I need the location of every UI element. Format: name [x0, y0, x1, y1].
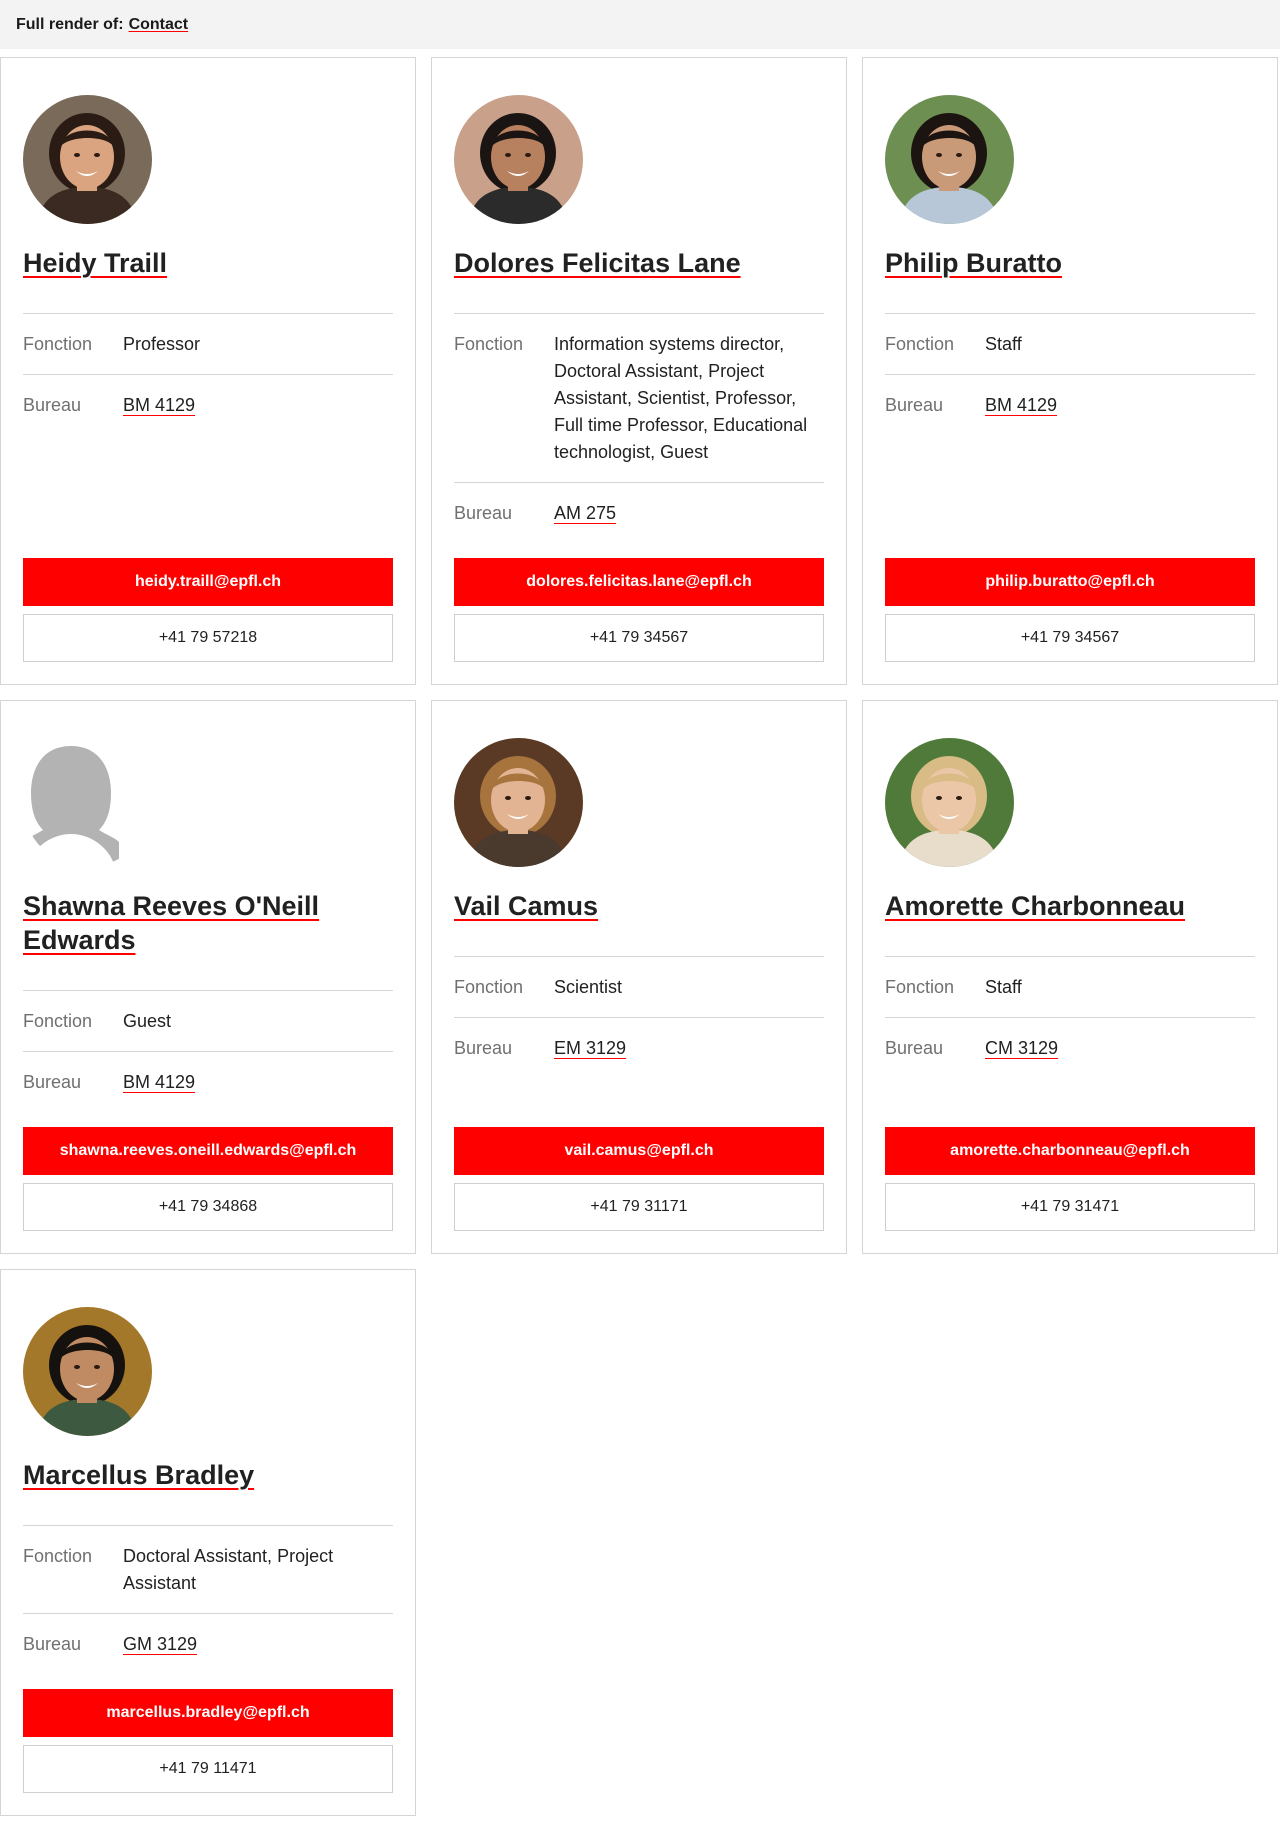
email-button[interactable]: dolores.felicitas.lane@epfl.ch	[454, 558, 824, 606]
contact-name[interactable]: Dolores Felicitas Lane	[454, 248, 741, 278]
bureau-label: Bureau	[23, 1634, 82, 1654]
contact-card: Marcellus Bradley Fonction Doctoral Assist…	[0, 1269, 416, 1816]
avatar	[885, 738, 1014, 867]
contact-details: Fonction Scientist Bureau EM 3129	[454, 956, 824, 1078]
contact-actions: vail.camus@epfl.ch +41 79 31171	[454, 1127, 824, 1231]
bureau-link[interactable]: EM 3129	[554, 1035, 626, 1062]
contact-actions: marcellus.bradley@epfl.ch +41 79 11471	[23, 1689, 393, 1793]
avatar	[454, 95, 583, 224]
bureau-label: Bureau	[454, 1038, 513, 1058]
contact-name[interactable]: Philip Buratto	[885, 248, 1062, 278]
email-button[interactable]: heidy.traill@epfl.ch	[23, 558, 393, 606]
fonction-value: Guest	[123, 1011, 172, 1031]
contact-name[interactable]: Shawna Reeves O'Neill Edwards	[23, 891, 319, 955]
bureau-row: Bureau AM 275	[454, 483, 824, 543]
contact-actions: dolores.felicitas.lane@epfl.ch +41 79 345…	[454, 558, 824, 662]
contact-actions: philip.buratto@epfl.ch +41 79 34567	[885, 558, 1255, 662]
fonction-row: Fonction Scientist	[454, 957, 824, 1018]
bureau-link[interactable]: CM 3129	[985, 1035, 1058, 1062]
email-button[interactable]: philip.buratto@epfl.ch	[885, 558, 1255, 606]
fonction-label: Fonction	[23, 1011, 93, 1031]
contact-card: Vail Camus Fonction Scientist Bureau EM 3129…	[431, 700, 847, 1254]
phone-button[interactable]: +41 79 11471	[23, 1745, 393, 1793]
contact-card: Philip Buratto Fonction Staff Bureau BM 4129…	[862, 57, 1278, 685]
fonction-value: Staff	[985, 334, 1022, 354]
phone-button[interactable]: +41 79 31171	[454, 1183, 824, 1231]
contact-details: Fonction Information systems director, Do…	[454, 313, 824, 543]
bureau-link[interactable]: GM 3129	[123, 1631, 197, 1658]
email-button[interactable]: shawna.reeves.oneill.edwards@epfl.ch	[23, 1127, 393, 1175]
bureau-link[interactable]: BM 4129	[985, 392, 1057, 419]
contact-details: Fonction Doctoral Assistant, Project Assi…	[23, 1525, 393, 1674]
contact-details: Fonction Guest Bureau BM 4129	[23, 990, 393, 1112]
bureau-label: Bureau	[23, 395, 82, 415]
fonction-row: Fonction Doctoral Assistant, Project Assi…	[23, 1526, 393, 1614]
fonction-value: Scientist	[554, 977, 623, 997]
bureau-row: Bureau CM 3129	[885, 1018, 1255, 1078]
bureau-label: Bureau	[885, 1038, 944, 1058]
fonction-row: Fonction Staff	[885, 314, 1255, 375]
contact-card: Dolores Felicitas Lane Fonction Informatio…	[431, 57, 847, 685]
bureau-label: Bureau	[454, 503, 513, 523]
contact-actions: amorette.charbonneau@epfl.ch +41 79 31471	[885, 1127, 1255, 1231]
top-bar: Full render of: Contact	[0, 0, 1280, 49]
bureau-row: Bureau BM 4129	[23, 375, 393, 435]
email-button[interactable]: marcellus.bradley@epfl.ch	[23, 1689, 393, 1737]
avatar	[885, 95, 1014, 224]
fonction-label: Fonction	[885, 977, 955, 997]
bureau-label: Bureau	[23, 1072, 82, 1092]
fonction-label: Fonction	[23, 334, 93, 354]
contact-name[interactable]: Heidy Traill	[23, 248, 167, 278]
fonction-row: Fonction Information systems director, Do…	[454, 314, 824, 483]
contact-card: Shawna Reeves O'Neill Edwards Fonction Gue…	[0, 700, 416, 1254]
fonction-value: Professor	[123, 334, 201, 354]
bureau-row: Bureau BM 4129	[885, 375, 1255, 435]
contact-details: Fonction Professor Bureau BM 4129	[23, 313, 393, 435]
fonction-value: Information systems director, Doctoral A…	[554, 334, 808, 462]
fonction-row: Fonction Professor	[23, 314, 393, 375]
contact-name[interactable]: Amorette Charbonneau	[885, 891, 1185, 921]
fonction-value: Staff	[985, 977, 1022, 997]
avatar	[23, 1307, 152, 1436]
fonction-label: Fonction	[454, 977, 524, 997]
fonction-row: Fonction Staff	[885, 957, 1255, 1018]
render-prefix: Full render of:	[16, 15, 124, 33]
fonction-label: Fonction	[23, 1546, 93, 1566]
email-button[interactable]: amorette.charbonneau@epfl.ch	[885, 1127, 1255, 1175]
contact-link[interactable]: Contact	[129, 16, 189, 34]
phone-button[interactable]: +41 79 57218	[23, 614, 393, 662]
bureau-link[interactable]: BM 4129	[123, 392, 195, 419]
contact-actions: heidy.traill@epfl.ch +41 79 57218	[23, 558, 393, 662]
bureau-row: Bureau BM 4129	[23, 1052, 393, 1112]
contact-details: Fonction Staff Bureau CM 3129	[885, 956, 1255, 1078]
avatar	[454, 738, 583, 867]
bureau-label: Bureau	[885, 395, 944, 415]
avatar	[23, 738, 152, 867]
fonction-value: Doctoral Assistant, Project Assistant	[123, 1546, 334, 1593]
bureau-link[interactable]: AM 275	[554, 500, 616, 527]
phone-button[interactable]: +41 79 31471	[885, 1183, 1255, 1231]
phone-button[interactable]: +41 79 34567	[454, 614, 824, 662]
contact-card: Heidy Traill Fonction Professor Bureau BM 41…	[0, 57, 416, 685]
phone-button[interactable]: +41 79 34868	[23, 1183, 393, 1231]
phone-button[interactable]: +41 79 34567	[885, 614, 1255, 662]
contact-card: Amorette Charbonneau Fonction Staff Bureau C…	[862, 700, 1278, 1254]
avatar	[23, 95, 152, 224]
contact-details: Fonction Staff Bureau BM 4129	[885, 313, 1255, 435]
contact-name[interactable]: Vail Camus	[454, 891, 598, 921]
fonction-row: Fonction Guest	[23, 991, 393, 1052]
fonction-label: Fonction	[454, 334, 524, 354]
fonction-label: Fonction	[885, 334, 955, 354]
contact-actions: shawna.reeves.oneill.edwards@epfl.ch +41 …	[23, 1127, 393, 1231]
bureau-row: Bureau GM 3129	[23, 1614, 393, 1674]
email-button[interactable]: vail.camus@epfl.ch	[454, 1127, 824, 1175]
bureau-link[interactable]: BM 4129	[123, 1069, 195, 1096]
bureau-row: Bureau EM 3129	[454, 1018, 824, 1078]
contact-name[interactable]: Marcellus Bradley	[23, 1460, 254, 1490]
